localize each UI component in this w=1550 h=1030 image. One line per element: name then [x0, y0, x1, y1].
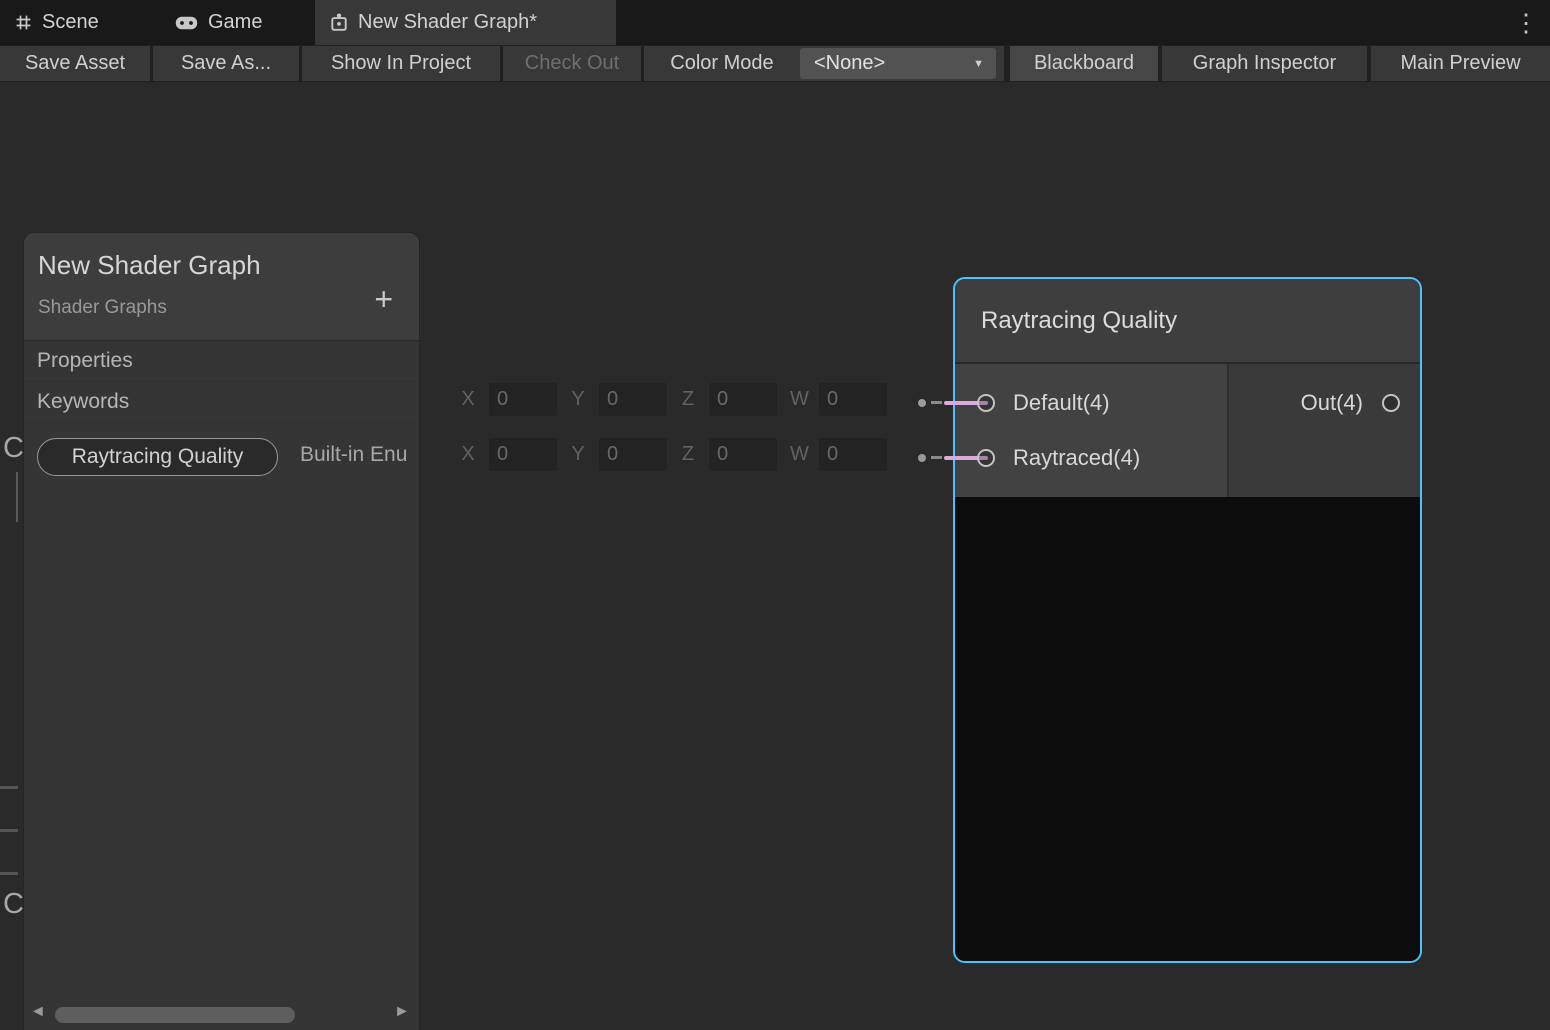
- check-out-button: Check Out: [503, 46, 641, 81]
- more-menu-icon[interactable]: ⋮: [1502, 0, 1550, 45]
- y-label: Y: [570, 388, 586, 411]
- input-port-raytraced-label: Raytraced(4): [1013, 441, 1140, 475]
- scroll-right-icon[interactable]: ►: [394, 1003, 410, 1021]
- y-label: Y: [570, 443, 586, 466]
- clipped-node-text: C: [3, 432, 24, 465]
- color-mode-dropdown[interactable]: <None> ▼: [800, 48, 996, 79]
- blackboard-subtitle: Shader Graphs: [38, 297, 167, 319]
- z-value-field[interactable]: 0: [709, 438, 777, 471]
- clipped-node-line: [0, 829, 18, 832]
- scroll-left-icon[interactable]: ◄: [30, 1003, 46, 1021]
- blackboard-panel: New Shader Graph Shader Graphs + Propert…: [24, 233, 419, 1030]
- clipped-node-text: C: [3, 888, 24, 921]
- node-port-section: [955, 364, 1420, 497]
- shader-graph-icon: [330, 13, 348, 32]
- y-value-field[interactable]: 0: [599, 438, 667, 471]
- vector4-input-row: X 0 Y 0 Z 0 W 0: [460, 438, 887, 471]
- w-value-field[interactable]: 0: [819, 438, 887, 471]
- color-mode-value: <None>: [814, 52, 885, 75]
- w-value-field[interactable]: 0: [819, 383, 887, 416]
- node-preview: [955, 497, 1420, 961]
- upstream-port-dot[interactable]: [918, 454, 926, 462]
- blackboard-toggle-button[interactable]: Blackboard: [1010, 46, 1158, 81]
- keyword-pill-raytracing-quality[interactable]: Raytracing Quality: [37, 438, 278, 476]
- tab-scene-label: Scene: [42, 11, 99, 34]
- tab-game-label: Game: [208, 11, 262, 34]
- x-value-field[interactable]: 0: [489, 438, 557, 471]
- clipped-node-edge: [16, 472, 18, 522]
- node-input-area: [955, 364, 1227, 497]
- w-label: W: [790, 388, 806, 411]
- horizontal-scrollbar-thumb[interactable]: [55, 1007, 295, 1023]
- y-value-field[interactable]: 0: [599, 383, 667, 416]
- color-mode-label: Color Mode: [644, 46, 800, 81]
- keywords-section-header[interactable]: Keywords: [24, 382, 419, 423]
- scene-grid-icon: [15, 14, 32, 31]
- node-header[interactable]: Raytracing Quality: [955, 279, 1420, 364]
- keywords-section-label: Keywords: [37, 390, 129, 414]
- input-port-default[interactable]: [977, 394, 995, 412]
- tab-bar: Scene Game New Shader Graph* ⋮: [0, 0, 1550, 45]
- graph-inspector-toggle-button[interactable]: Graph Inspector: [1162, 46, 1367, 81]
- z-label: Z: [680, 388, 696, 411]
- unity-editor-window: Scene Game New Shader Graph* ⋮ Save Asse…: [0, 0, 1550, 1030]
- tab-scene[interactable]: Scene: [0, 0, 114, 45]
- properties-section-header[interactable]: Properties: [24, 341, 419, 382]
- main-preview-toggle-button[interactable]: Main Preview: [1371, 46, 1550, 81]
- blackboard-header: New Shader Graph Shader Graphs +: [24, 233, 419, 341]
- upstream-wire-stub: [931, 456, 942, 459]
- save-asset-button[interactable]: Save Asset: [0, 46, 150, 81]
- tab-game[interactable]: Game: [160, 0, 277, 45]
- node-output-area: [1227, 364, 1420, 497]
- output-port-out-label: Out(4): [1301, 386, 1363, 420]
- node-title: Raytracing Quality: [981, 307, 1177, 335]
- clipped-node-line: [0, 786, 18, 789]
- blackboard-title: New Shader Graph: [38, 250, 261, 281]
- x-value-field[interactable]: 0: [489, 383, 557, 416]
- add-property-button[interactable]: +: [374, 283, 393, 315]
- z-label: Z: [680, 443, 696, 466]
- keyword-row: Raytracing Quality Built-in Enu: [24, 423, 419, 483]
- clipped-node-line: [0, 872, 18, 875]
- color-mode-group: Color Mode <None> ▼: [644, 46, 1004, 81]
- z-value-field[interactable]: 0: [709, 383, 777, 416]
- upstream-port-dot[interactable]: [918, 399, 926, 407]
- tab-shader-graph-label: New Shader Graph*: [358, 11, 537, 34]
- input-port-default-label: Default(4): [1013, 386, 1110, 420]
- save-as-button[interactable]: Save As...: [153, 46, 299, 81]
- keyword-type-label: Built-in Enu: [300, 443, 407, 467]
- tab-shader-graph[interactable]: New Shader Graph*: [315, 0, 616, 45]
- x-label: X: [460, 388, 476, 411]
- x-label: X: [460, 443, 476, 466]
- raytracing-quality-node[interactable]: Raytracing Quality Default(4) Raytraced(…: [953, 277, 1422, 963]
- keyword-pill-label: Raytracing Quality: [72, 445, 244, 469]
- vector4-input-row: X 0 Y 0 Z 0 W 0: [460, 383, 887, 416]
- gamepad-icon: [175, 16, 198, 30]
- input-port-raytraced[interactable]: [977, 449, 995, 467]
- show-in-project-button[interactable]: Show In Project: [302, 46, 500, 81]
- properties-section-label: Properties: [37, 349, 133, 373]
- chevron-down-icon: ▼: [973, 58, 984, 70]
- output-port-out[interactable]: [1382, 394, 1400, 412]
- w-label: W: [790, 443, 806, 466]
- upstream-wire-stub: [931, 401, 942, 404]
